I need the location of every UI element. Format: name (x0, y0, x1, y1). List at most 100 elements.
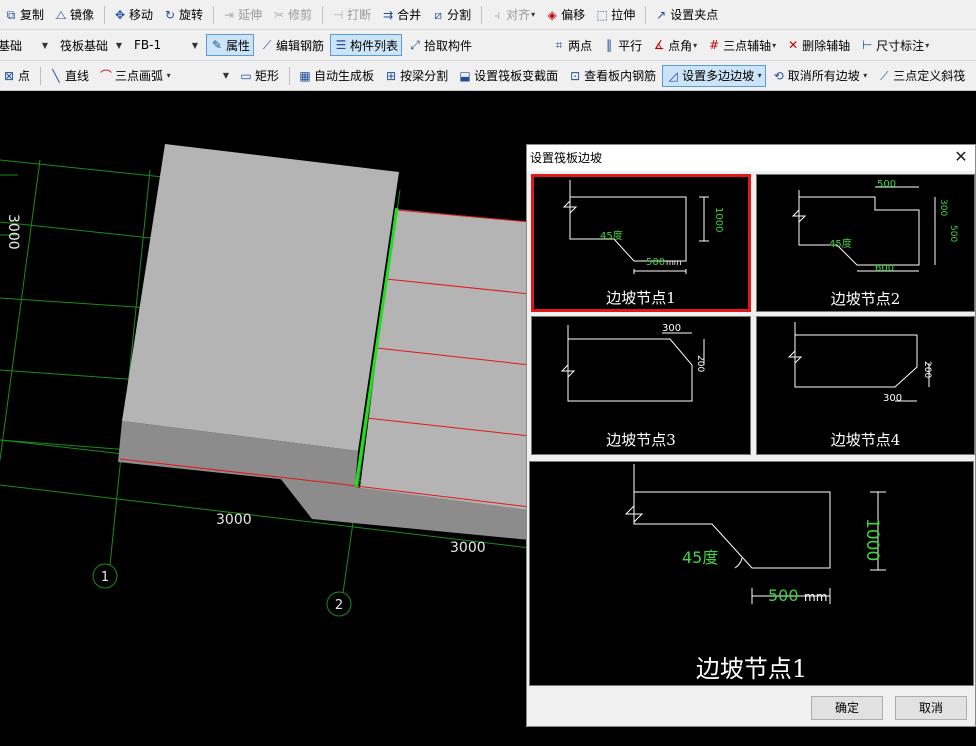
component-list-button[interactable]: ☰ 构件列表 (330, 34, 403, 56)
cancel-slope-icon: ⟲ (773, 68, 784, 83)
grip-icon: ↗ (656, 7, 667, 22)
ok-button[interactable]: 确定 (811, 696, 883, 720)
pick-icon: ⤢ (410, 38, 420, 52)
move-button[interactable]: ✥ 移动 (109, 4, 157, 26)
two-points-icon: ⌗ (555, 38, 563, 52)
set-section-button[interactable]: ⬓ 设置筏板变截面 (454, 65, 562, 87)
cancel-slopes-button[interactable]: ⟲ 取消所有边坡 ▾ (768, 65, 872, 87)
copy-button[interactable]: ⧉ 复制 (0, 4, 48, 26)
svg-text:300: 300 (938, 199, 948, 216)
slope-option-2[interactable]: 500 600 45度 300 500 边坡节点2 (756, 174, 975, 312)
point-angle-button[interactable]: ∡ 点角 ▾ (648, 34, 701, 56)
split-button[interactable]: ⧄ 分割 (427, 4, 475, 26)
close-icon[interactable]: ✕ (951, 147, 971, 167)
split-by-beam-button[interactable]: ⊞ 按梁分割 (380, 65, 452, 87)
mirror-button[interactable]: ⧍ 镜像 (50, 4, 98, 26)
arc-dropdown[interactable]: ⌒ 三点画弧 ▾ ▼ (95, 65, 233, 87)
chevron-down-icon: ▼ (222, 71, 230, 80)
axis-label: 1 (101, 570, 109, 585)
view-rebar-icon: ⊡ (570, 68, 581, 83)
component-toolbar: 基础 ▼ 筏板基础 ▼ FB-1 ▼ ✎ 属性 ⟋ 编辑钢筋 ☰ 构件列表 ⤢ 拾取构件 ⌗ 两… (0, 30, 976, 61)
set-grip-button[interactable]: ↗ 设置夹点 (650, 4, 722, 26)
divider (40, 66, 42, 85)
auto-slab-icon: ▦ (299, 68, 311, 83)
chevron-down-icon: ▾ (925, 40, 930, 50)
chevron-down-icon: ▾ (772, 40, 777, 50)
divider (213, 5, 215, 24)
merge-icon: ⇉ (383, 7, 394, 22)
svg-text:200: 200 (695, 355, 705, 372)
line-icon: ╲ (52, 68, 60, 83)
axis-icon: # (709, 38, 720, 52)
delete-axis-button[interactable]: ✕ 删除辅轴 (782, 34, 854, 56)
type-select[interactable]: 筏板基础 ▼ (56, 35, 126, 56)
axis-label: 2 (335, 598, 343, 613)
draw-toolbar: ⊠ 点 ╲ 直线 ⌒ 三点画弧 ▾ ▼ ▭ 矩形 ▦ 自动生成板 ⊞ 按梁分割 ⬓ 设置筏板变截… (0, 61, 976, 91)
svg-text:600: 600 (875, 263, 894, 274)
rect-icon: ▭ (240, 68, 252, 83)
arc-icon: ⌒ (100, 68, 113, 83)
slope-option-label: 边坡节点3 (606, 431, 676, 449)
offset-button[interactable]: ◈ 偏移 (541, 4, 589, 26)
break-icon: ⊣ (332, 7, 344, 22)
rotate-icon: ↻ (165, 7, 176, 22)
parallel-icon: ‖ (606, 38, 613, 52)
parallel-button[interactable]: ‖ 平行 (598, 34, 646, 56)
slope-dialog: 设置筏板边坡 ✕ 45度 500 mm 1000 边坡节点1 500 600 4… (526, 144, 976, 727)
svg-text:45度: 45度 (600, 229, 623, 242)
chevron-down-icon: ▾ (693, 40, 698, 50)
slope-option-3[interactable]: 300 200 边坡节点3 (531, 316, 751, 455)
dimension-button[interactable]: ⊢ 尺寸标注 ▾ (856, 34, 933, 56)
split-beam-icon: ⊞ (386, 68, 397, 83)
align-icon: ⫞ (494, 7, 501, 22)
auto-slab-button[interactable]: ▦ 自动生成板 (294, 65, 378, 87)
cancel-button[interactable]: 取消 (895, 696, 967, 720)
rect-button[interactable]: ▭ 矩形 (235, 65, 283, 87)
point-button[interactable]: ⊠ 点 (0, 65, 34, 87)
trim-button[interactable]: ✂ 修剪 (268, 4, 316, 26)
section-icon: ⬓ (459, 68, 471, 83)
extend-button[interactable]: ⇥ 延伸 (218, 4, 266, 26)
svg-text:500: 500 (646, 257, 665, 268)
slope-icon: ◿ (668, 68, 678, 83)
chevron-down-icon: ▾ (755, 71, 762, 80)
delete-axis-icon: ✕ (788, 38, 799, 52)
offset-icon: ◈ (547, 7, 557, 22)
edit-rebar-button[interactable]: ⟋ 编辑钢筋 (256, 34, 328, 56)
point-icon: ⊠ (3, 68, 15, 83)
svg-text:1000: 1000 (713, 207, 724, 232)
layer-select[interactable]: 基础 ▼ (0, 35, 52, 56)
break-button[interactable]: ⊣ 打断 (327, 4, 375, 26)
app-window: ⧉ 复制 ⧍ 镜像 ✥ 移动 ↻ 旋转 ⇥ 延伸 ✂ 修剪 ⊣ 打断 ⇉ 合并 ⧄ 分割 ⫞ 对齐 ▾… (0, 0, 976, 746)
chevron-down-icon: ▼ (191, 40, 198, 50)
pick-component-button[interactable]: ⤢ 拾取构件 (404, 34, 476, 56)
slab-left-top (122, 144, 399, 451)
three-point-axis-button[interactable]: # 三点辅轴 ▾ (703, 34, 780, 56)
svg-text:1000: 1000 (862, 518, 882, 561)
mirror-icon: ⧍ (55, 7, 67, 22)
two-points-button[interactable]: ⌗ 两点 (548, 34, 596, 56)
name-select[interactable]: FB-1 ▼ (130, 35, 202, 56)
rebar-icon: ⟋ (262, 38, 272, 52)
copy-icon: ⧉ (6, 7, 16, 22)
trim-icon: ✂ (274, 7, 285, 22)
set-multi-slope-button[interactable]: ◿ 设置多边边坡 ▾ (662, 64, 766, 87)
line-button[interactable]: ╲ 直线 (45, 65, 93, 87)
properties-button[interactable]: ✎ 属性 (206, 34, 255, 56)
svg-text:300: 300 (883, 393, 902, 404)
merge-button[interactable]: ⇉ 合并 (377, 4, 425, 26)
rotate-button[interactable]: ↻ 旋转 (159, 4, 207, 26)
view-rebar-button[interactable]: ⊡ 查看板内钢筋 (564, 65, 660, 87)
three-point-slope-button[interactable]: ⟋ 三点定义斜筏 (873, 65, 969, 87)
align-button[interactable]: ⫞ 对齐 ▾ (486, 4, 539, 26)
split-icon: ⧄ (434, 7, 442, 22)
svg-text:45度: 45度 (682, 548, 718, 567)
slope-option-4[interactable]: 300 200 边坡节点4 (756, 316, 975, 455)
svg-text:mm: mm (804, 590, 827, 604)
svg-text:500: 500 (877, 179, 896, 190)
slope-option-1[interactable]: 45度 500 mm 1000 边坡节点1 (531, 174, 751, 312)
preview-label: 边坡节点1 (695, 655, 808, 683)
divider (322, 5, 324, 24)
stretch-button[interactable]: ⬚ 拉伸 (591, 4, 639, 26)
dimension-icon: ⊢ (861, 38, 873, 52)
